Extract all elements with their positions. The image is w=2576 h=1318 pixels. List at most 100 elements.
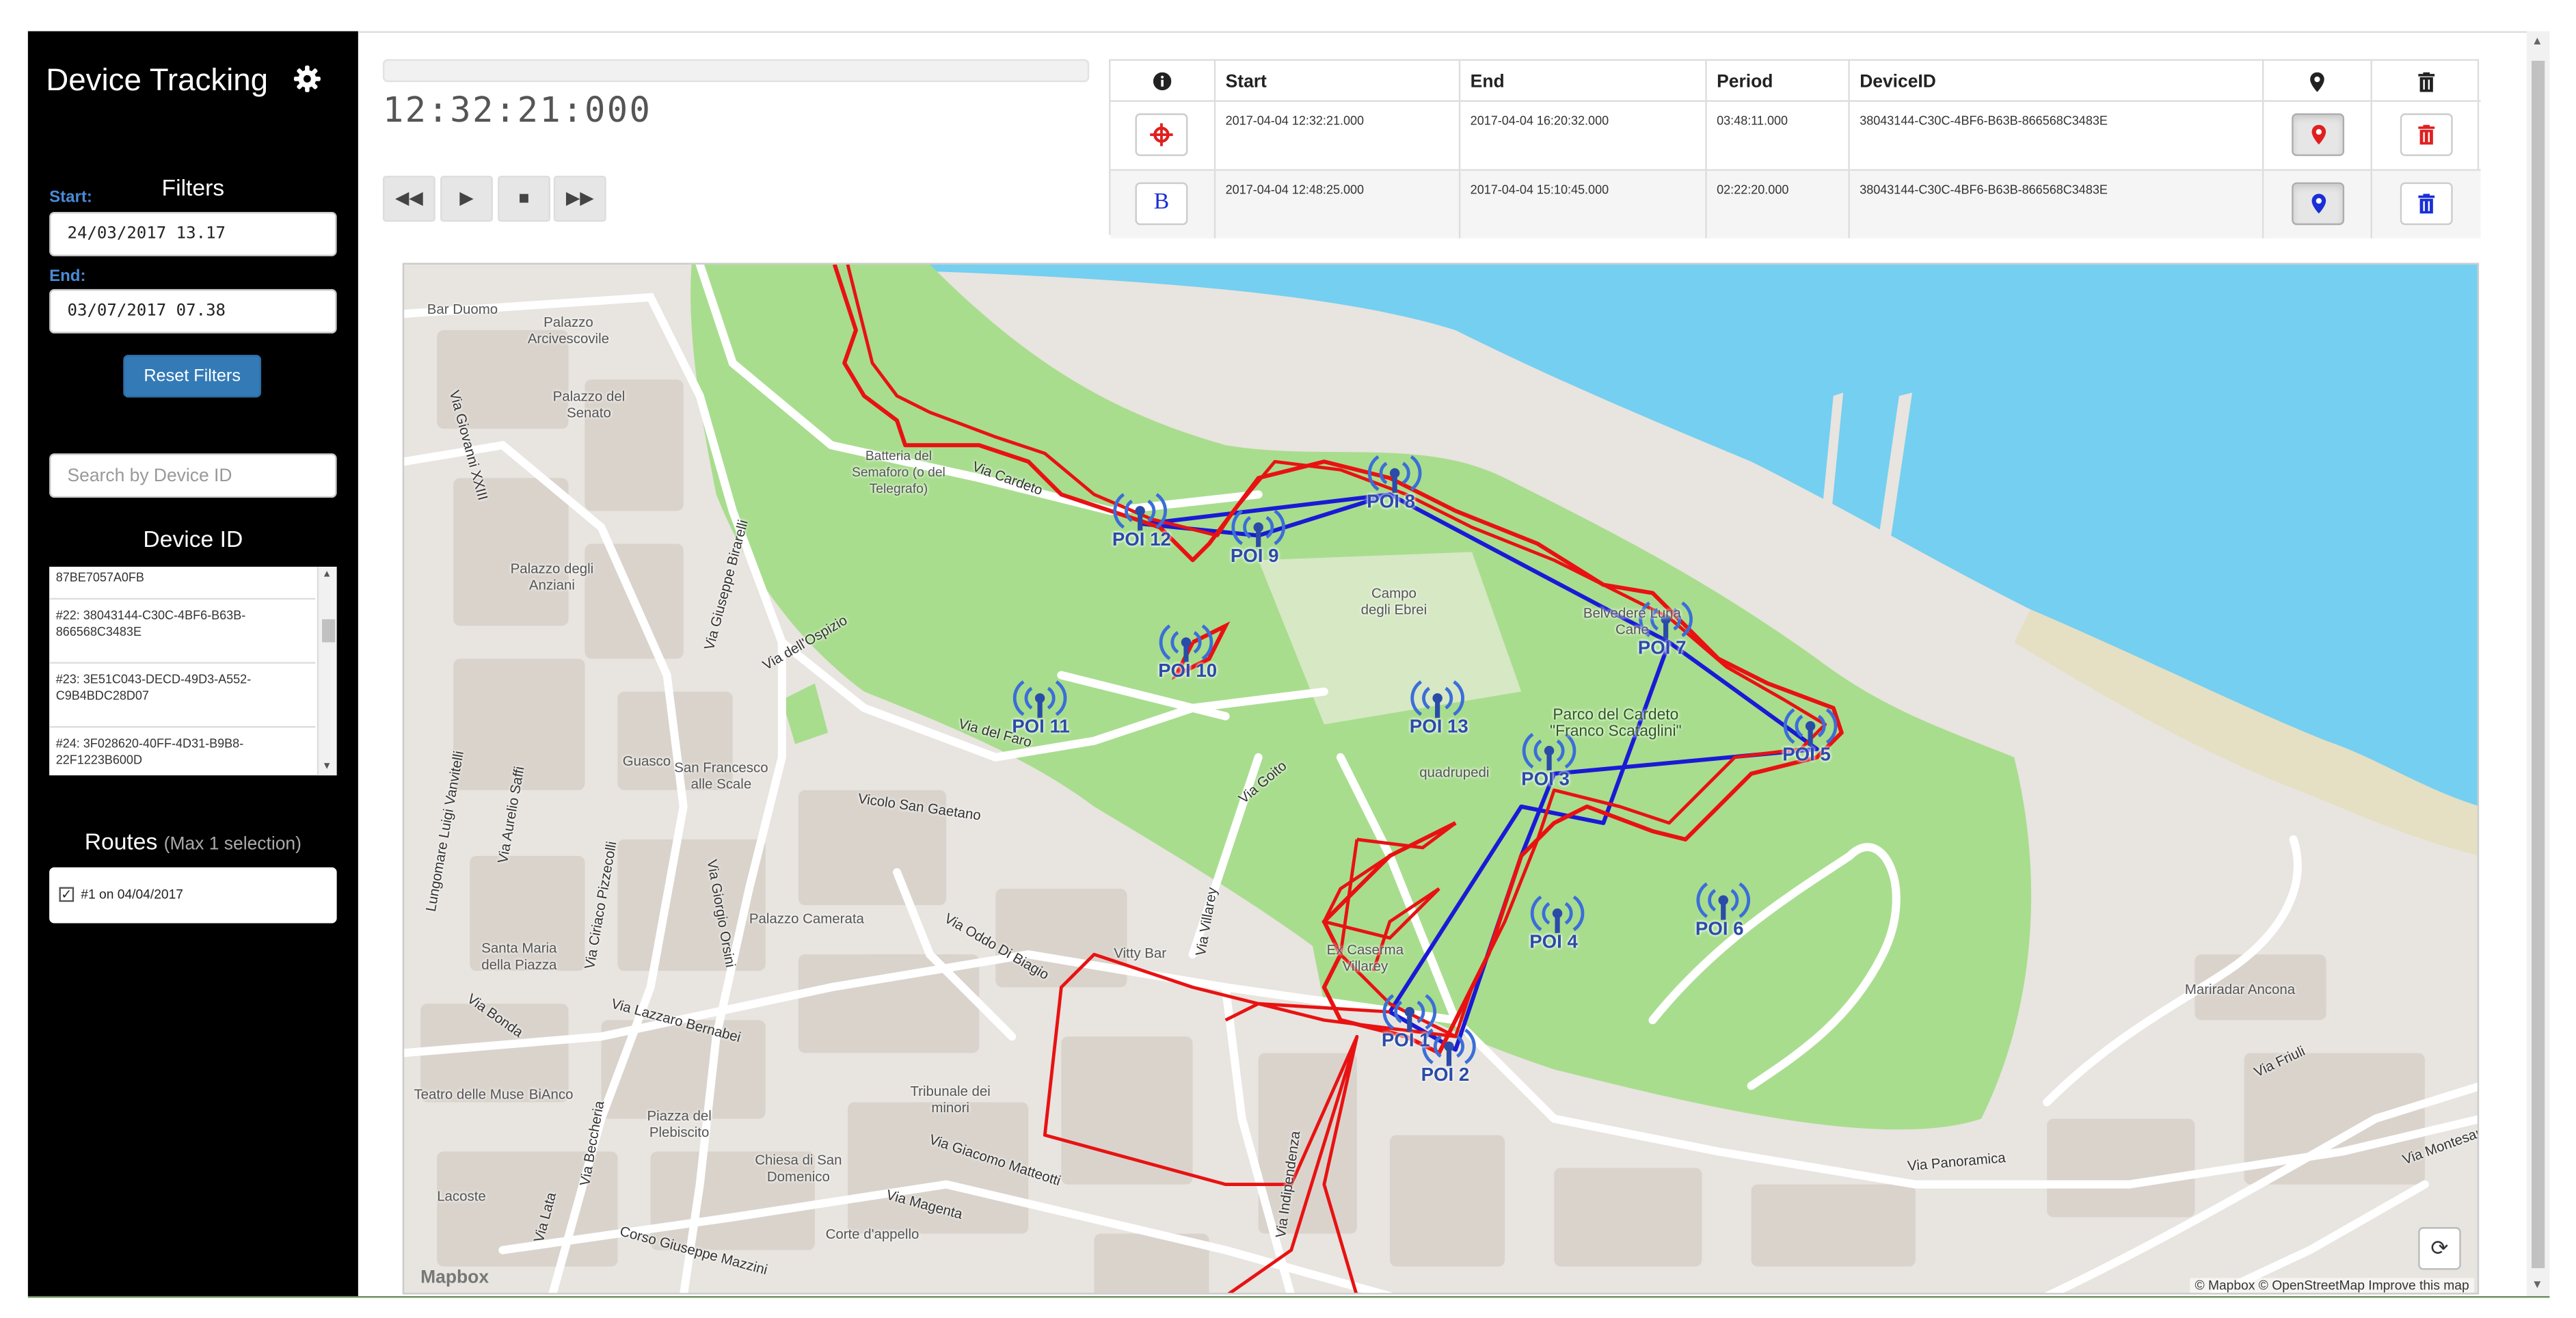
- place-label: Tribunale dei minori: [910, 1082, 991, 1116]
- place-label: Palazzo del Senato: [552, 388, 626, 421]
- device-list-item[interactable]: 87BE7057A0FB: [49, 567, 316, 600]
- route-table: Start End Period DeviceID 2017-04-04 12:…: [1109, 59, 2481, 239]
- device-list-item[interactable]: #23: 3E51C043-DECD-49D3-A552-C9B4BDC28D0…: [49, 664, 316, 728]
- route-a-marker-button[interactable]: [1135, 113, 1188, 157]
- bottom-border: [27, 1295, 2550, 1298]
- scroll-up-icon[interactable]: ▲: [2532, 36, 2543, 48]
- place-label: Teatro delle Muse: [414, 1086, 524, 1103]
- top-divider: [358, 31, 2527, 33]
- refresh-icon: ⟳: [2430, 1235, 2449, 1261]
- place-label: Lacoste: [437, 1187, 486, 1205]
- refresh-button[interactable]: ⟳: [2418, 1227, 2461, 1270]
- info-icon: [1153, 72, 1172, 91]
- place-label: Campo degli Ebrei: [1360, 584, 1427, 618]
- device-cell: 38043144-C30C-4BF6-B63B-866568C3483E: [1850, 101, 2264, 170]
- rewind-button[interactable]: ◀◀: [382, 176, 435, 222]
- map-pin-icon: [2311, 124, 2325, 145]
- end-cell: 2017-04-04 16:20:32.000: [1460, 101, 1707, 170]
- locate-cell: [2264, 101, 2372, 170]
- place-label: San Francesco alle Scale: [674, 759, 768, 792]
- playback-clock: 12:32:21:000: [382, 90, 652, 130]
- period-cell: 03:48:11.000: [1707, 101, 1850, 170]
- end-label: End:: [49, 267, 86, 286]
- start-date-input[interactable]: 24/03/2017 13.17: [49, 211, 337, 256]
- map-pin-icon: [2310, 72, 2324, 92]
- place-label: quadrupedi: [1419, 764, 1490, 781]
- device-cell: 38043144-C30C-4BF6-B63B-866568C3483E: [1850, 170, 2264, 239]
- scroll-down-icon[interactable]: ▼: [322, 762, 332, 772]
- delete-route-b-button[interactable]: [2400, 182, 2453, 226]
- route-label[interactable]: #1 on 04/04/2017: [81, 887, 183, 902]
- period-cell: 02:22:20.000: [1707, 170, 1850, 239]
- locate-cell: [2264, 170, 2372, 239]
- device-search-input[interactable]: Search by Device ID: [49, 453, 337, 498]
- trash-icon: [2418, 124, 2435, 145]
- poi-label: POI 4: [1529, 932, 1578, 953]
- device-column-header: DeviceID: [1850, 60, 2264, 100]
- place-label: Mariradar Ancona: [2184, 980, 2296, 997]
- row-marker-cell: [1110, 101, 1216, 170]
- device-list-item[interactable]: #22: 38043144-C30C-4BF6-B63B-866568C3483…: [49, 600, 316, 664]
- poi-label: POI 3: [1521, 770, 1570, 790]
- place-label: Palazzo degli Anziani: [510, 560, 594, 593]
- place-label: Vitty Bar: [1114, 944, 1167, 961]
- end-column-header: End: [1460, 60, 1707, 100]
- place-label: Batteria del Semaforo (o del Telegrafo): [852, 448, 945, 496]
- locate-column-header: [2264, 60, 2372, 100]
- place-label: Palazzo Arcivescovile: [527, 313, 610, 347]
- routes-subtitle: (Max 1 selection): [163, 834, 301, 855]
- device-list[interactable]: 87BE7057A0FB #22: 38043144-C30C-4BF6-B63…: [49, 567, 337, 776]
- device-list-item[interactable]: #24: 3F028620-40FF-4D31-B9B8-22F1223B600…: [49, 728, 315, 776]
- playback-progress-bar[interactable]: [382, 59, 1090, 83]
- page-scroll-thumb[interactable]: [2532, 60, 2545, 1269]
- poi-label: POI 2: [1421, 1066, 1470, 1086]
- scroll-down-icon[interactable]: ▼: [2532, 1280, 2543, 1291]
- route-checkbox[interactable]: ✓: [59, 887, 75, 903]
- map-attribution[interactable]: © Mapbox © OpenStreetMap Improve this ma…: [2190, 1278, 2474, 1293]
- start-cell: 2017-04-04 12:32:21.000: [1216, 101, 1461, 170]
- place-label: Piazza del Plebiscito: [647, 1107, 712, 1140]
- map-pin-icon: [2311, 193, 2325, 214]
- locate-route-a-button[interactable]: [2292, 113, 2345, 157]
- routes-title: Routes (Max 1 selection): [28, 828, 358, 854]
- start-column-header: Start: [1216, 60, 1461, 100]
- play-icon: ▶: [459, 189, 474, 209]
- gear-icon[interactable]: [293, 64, 322, 94]
- row-marker-cell: B: [1110, 170, 1216, 239]
- device-id-title: Device ID: [143, 525, 243, 552]
- rewind-icon: ◀◀: [394, 189, 423, 209]
- trash-icon: [2418, 193, 2435, 214]
- poi-label: POI 10: [1158, 662, 1218, 682]
- start-cell: 2017-04-04 12:48:25.000: [1216, 170, 1461, 239]
- mapbox-logo: Mapbox: [420, 1268, 489, 1288]
- device-list-scrollbar[interactable]: ▲ ▼: [317, 567, 337, 776]
- place-label: Guasco: [622, 752, 671, 769]
- poi-label: POI 5: [1782, 745, 1831, 766]
- delete-cell: [2372, 171, 2481, 239]
- place-label: Bar Duomo: [427, 300, 498, 317]
- place-label: BiAnco: [528, 1086, 574, 1103]
- delete-route-a-button[interactable]: [2400, 113, 2453, 157]
- park-area: [781, 683, 829, 744]
- route-b-letter: B: [1153, 190, 1170, 215]
- info-column-header: [1110, 60, 1216, 100]
- app-root: Device Tracking Filters Start: 24/03/201…: [0, 0, 2576, 1318]
- period-column-header: Period: [1707, 60, 1850, 100]
- end-date-input[interactable]: 03/07/2017 07.38: [49, 288, 337, 334]
- locate-route-b-button[interactable]: [2292, 182, 2345, 226]
- page-scrollbar[interactable]: ▲ ▼: [2526, 31, 2550, 1296]
- poi-label: POI 12: [1112, 530, 1171, 551]
- route-b-marker-button[interactable]: B: [1135, 182, 1188, 226]
- stop-button[interactable]: ■: [498, 176, 551, 222]
- scroll-thumb[interactable]: [321, 619, 336, 643]
- place-label: Santa Maria della Piazza: [481, 939, 557, 973]
- fast-forward-button[interactable]: ▶▶: [553, 176, 606, 222]
- scroll-up-icon[interactable]: ▲: [322, 570, 332, 580]
- delete-cell: [2372, 102, 2481, 170]
- poi-label: POI 8: [1367, 492, 1415, 513]
- map-view[interactable]: POI 12 POI 9 POI 8 POI 10 POI 11 POI 13 POI 7P…: [402, 263, 2480, 1295]
- play-button[interactable]: ▶: [440, 176, 493, 222]
- reset-filters-button[interactable]: Reset Filters: [123, 355, 262, 398]
- routes-title-text: Routes: [84, 828, 158, 855]
- trash-icon: [2418, 72, 2435, 92]
